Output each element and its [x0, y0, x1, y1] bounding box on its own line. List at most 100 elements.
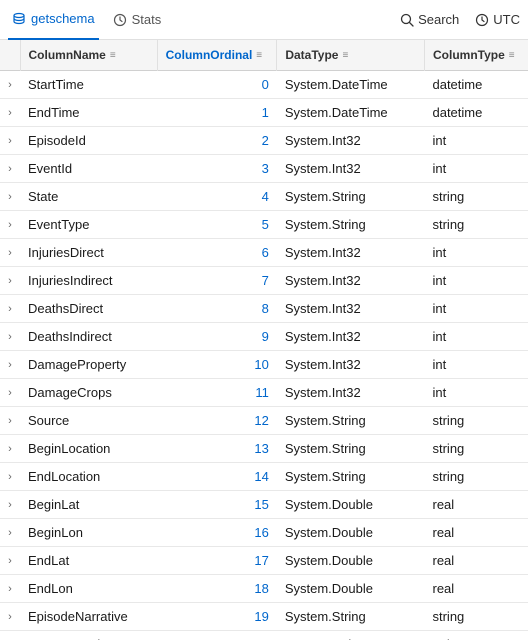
cell-column-name: DeathsIndirect [20, 323, 157, 351]
cell-datatype: System.String [277, 211, 425, 239]
cell-column-name: DamageProperty [20, 351, 157, 379]
cell-column-name: EpisodeNarrative [20, 603, 157, 631]
table-row: ›BeginLocation13System.Stringstring [0, 435, 528, 463]
cell-column-ordinal: 7 [157, 267, 277, 295]
row-expand[interactable]: › [0, 379, 20, 407]
row-expand[interactable]: › [0, 435, 20, 463]
cell-datatype: System.String [277, 435, 425, 463]
cell-column-ordinal: 18 [157, 575, 277, 603]
cell-column-name: EndLon [20, 575, 157, 603]
table-container: ColumnName ≡ ColumnOrdinal ≡ DataType ≡ [0, 40, 528, 640]
cell-coltype: int [424, 379, 528, 407]
header-column-name: ColumnName ≡ [20, 40, 157, 71]
row-expand[interactable]: › [0, 323, 20, 351]
cell-datatype: System.Double [277, 575, 425, 603]
top-bar: getschema Stats Search UTC [0, 0, 528, 40]
cell-column-ordinal: 2 [157, 127, 277, 155]
cell-coltype: string [424, 435, 528, 463]
row-expand[interactable]: › [0, 351, 20, 379]
row-expand[interactable]: › [0, 519, 20, 547]
cell-column-name: State [20, 183, 157, 211]
search-icon [400, 13, 414, 27]
schema-table: ColumnName ≡ ColumnOrdinal ≡ DataType ≡ [0, 40, 528, 640]
row-expand[interactable]: › [0, 155, 20, 183]
row-expand[interactable]: › [0, 631, 20, 640]
table-row: ›EventId3System.Int32int [0, 155, 528, 183]
cell-column-ordinal: 12 [157, 407, 277, 435]
table-row: ›EndLocation14System.Stringstring [0, 463, 528, 491]
utc-button[interactable]: UTC [475, 12, 520, 27]
table-row: ›EndLat17System.Doublereal [0, 547, 528, 575]
filter-icon-ordinal[interactable]: ≡ [256, 50, 262, 61]
table-row: ›EndTime1System.DateTimedatetime [0, 99, 528, 127]
cell-column-name: BeginLocation [20, 435, 157, 463]
cell-datatype: System.String [277, 631, 425, 640]
cell-column-name: DeathsDirect [20, 295, 157, 323]
table-row: ›BeginLon16System.Doublereal [0, 519, 528, 547]
header-column-ordinal: ColumnOrdinal ≡ [157, 40, 277, 71]
cell-coltype: int [424, 323, 528, 351]
row-expand[interactable]: › [0, 295, 20, 323]
cell-datatype: System.String [277, 603, 425, 631]
table-row: ›DeathsDirect8System.Int32int [0, 295, 528, 323]
table-row: ›DamageCrops11System.Int32int [0, 379, 528, 407]
cell-column-ordinal: 11 [157, 379, 277, 407]
cell-coltype: string [424, 631, 528, 640]
cell-column-ordinal: 8 [157, 295, 277, 323]
cell-column-name: EventNarrative [20, 631, 157, 640]
cell-coltype: int [424, 351, 528, 379]
cell-coltype: real [424, 519, 528, 547]
cell-datatype: System.Double [277, 547, 425, 575]
row-expand[interactable]: › [0, 407, 20, 435]
table-header: ColumnName ≡ ColumnOrdinal ≡ DataType ≡ [0, 40, 528, 71]
cell-column-ordinal: 0 [157, 71, 277, 99]
row-expand[interactable]: › [0, 267, 20, 295]
cell-datatype: System.DateTime [277, 71, 425, 99]
cell-datatype: System.Int32 [277, 323, 425, 351]
cell-column-ordinal: 14 [157, 463, 277, 491]
table-row: ›DeathsIndirect9System.Int32int [0, 323, 528, 351]
row-expand[interactable]: › [0, 99, 20, 127]
table-row: ›StartTime0System.DateTimedatetime [0, 71, 528, 99]
filter-icon-name[interactable]: ≡ [110, 50, 116, 61]
row-expand[interactable]: › [0, 71, 20, 99]
row-expand[interactable]: › [0, 211, 20, 239]
utc-label: UTC [493, 12, 520, 27]
cell-datatype: System.Double [277, 519, 425, 547]
cell-datatype: System.String [277, 183, 425, 211]
table-row: ›EpisodeId2System.Int32int [0, 127, 528, 155]
table-row: ›InjuriesDirect6System.Int32int [0, 239, 528, 267]
table-row: ›EventNarrative20System.Stringstring [0, 631, 528, 640]
tab-stats[interactable]: Stats [105, 0, 170, 40]
tab-getschema[interactable]: getschema [8, 0, 99, 40]
table-row: ›InjuriesIndirect7System.Int32int [0, 267, 528, 295]
row-expand[interactable]: › [0, 575, 20, 603]
cell-coltype: real [424, 575, 528, 603]
cell-coltype: real [424, 547, 528, 575]
row-expand[interactable]: › [0, 491, 20, 519]
cell-column-name: BeginLon [20, 519, 157, 547]
cell-column-ordinal: 15 [157, 491, 277, 519]
row-expand[interactable]: › [0, 603, 20, 631]
cell-datatype: System.Int32 [277, 379, 425, 407]
row-expand[interactable]: › [0, 463, 20, 491]
cell-datatype: System.Int32 [277, 127, 425, 155]
row-expand[interactable]: › [0, 127, 20, 155]
filter-icon-coltype[interactable]: ≡ [509, 50, 515, 61]
cell-coltype: string [424, 603, 528, 631]
row-expand[interactable]: › [0, 547, 20, 575]
cell-column-name: EventType [20, 211, 157, 239]
cell-column-ordinal: 3 [157, 155, 277, 183]
cell-datatype: System.Int32 [277, 155, 425, 183]
search-button[interactable]: Search [400, 12, 459, 27]
cell-coltype: string [424, 407, 528, 435]
cell-coltype: int [424, 239, 528, 267]
filter-icon-datatype[interactable]: ≡ [342, 50, 348, 61]
cell-column-ordinal: 13 [157, 435, 277, 463]
row-expand[interactable]: › [0, 239, 20, 267]
search-label: Search [418, 12, 459, 27]
cell-column-ordinal: 19 [157, 603, 277, 631]
row-expand[interactable]: › [0, 183, 20, 211]
cell-datatype: System.Int32 [277, 295, 425, 323]
cell-coltype: real [424, 491, 528, 519]
